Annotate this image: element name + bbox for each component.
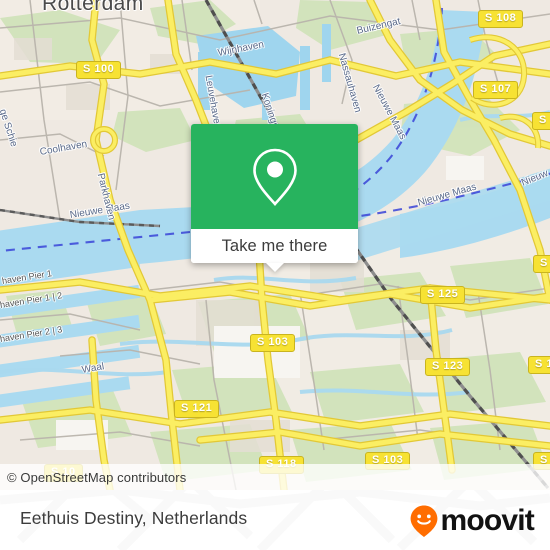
highway-shield[interactable]: S 103	[250, 334, 296, 352]
highway-shield[interactable]: S 125	[420, 286, 466, 304]
highway-shield[interactable]: S 100	[76, 61, 122, 79]
popup-icon-area	[191, 124, 358, 229]
moovit-map-page: Rotterdam Nieuwe Maas Nieuwe Maas Nieuwe M…	[0, 0, 550, 550]
location-popup-card[interactable]: Take me there	[191, 124, 358, 272]
moovit-logo[interactable]: moovit	[409, 504, 535, 538]
highway-shield[interactable]: S 1	[532, 112, 550, 130]
highway-shield[interactable]: S 107	[473, 81, 519, 99]
place-title: Eethuis Destiny, Netherlands	[20, 508, 248, 528]
highway-shield[interactable]: S 1	[533, 255, 550, 273]
map-attribution-bar: © OpenStreetMap contributors	[0, 464, 550, 490]
moovit-wordmark: moovit	[440, 504, 534, 537]
highway-shield[interactable]: S 12	[528, 356, 550, 374]
popup-pointer-tail	[265, 263, 284, 272]
map-viewport[interactable]: Rotterdam Nieuwe Maas Nieuwe Maas Nieuwe M…	[0, 0, 550, 490]
take-me-there-label: Take me there	[221, 236, 328, 255]
map-pin-icon	[252, 148, 297, 206]
page-footer: Eethuis Destiny, Netherlands moovit	[0, 490, 550, 550]
highway-shield[interactable]: S 121	[174, 400, 220, 418]
moovit-smiley-pin-icon	[411, 505, 438, 537]
openstreetmap-attribution[interactable]: © OpenStreetMap contributors	[0, 470, 186, 485]
highway-shield[interactable]: S 108	[478, 10, 524, 28]
highway-shield[interactable]: S 123	[425, 358, 471, 376]
popup-action-area[interactable]: Take me there	[191, 229, 358, 263]
